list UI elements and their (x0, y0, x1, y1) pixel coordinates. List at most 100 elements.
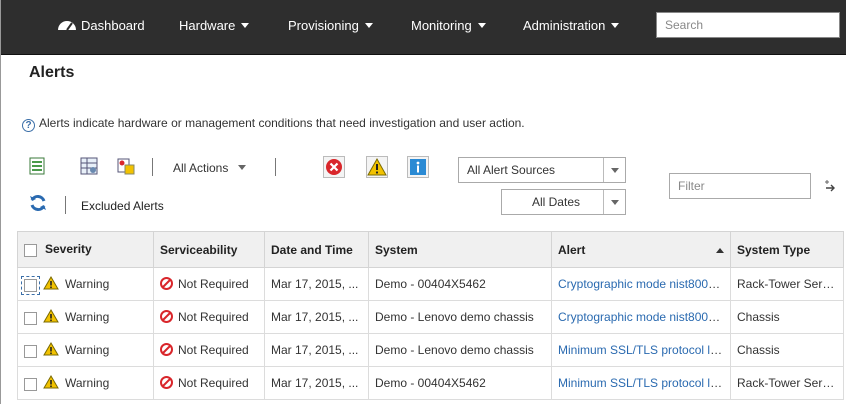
chevron-down-icon (477, 23, 486, 28)
severity-label: Warning (65, 310, 110, 325)
table-row[interactable]: Warning Not Required Mar 17, 2015, ... Demo… (17, 267, 844, 301)
filter-input[interactable]: Filter (669, 173, 811, 199)
nav-hardware[interactable]: Hardware (179, 18, 250, 33)
system-type-label: Rack-Tower Server (737, 277, 840, 291)
sort-ascending-icon (716, 247, 724, 253)
alert-link[interactable]: Cryptographic mode nist800-131a (558, 277, 730, 291)
top-nav: Dashboard Hardware Provisioning Monitori… (1, 0, 846, 55)
date-label: Mar 17, 2015, ... (271, 277, 359, 291)
column-header-serviceability[interactable]: Serviceability (153, 231, 265, 268)
alert-link[interactable]: Minimum SSL/TLS protocol level (558, 376, 730, 390)
serviceability-label: Not Required (178, 343, 249, 357)
column-label: Severity (45, 242, 92, 257)
nav-monitoring-label: Monitoring (411, 18, 472, 33)
cell-serviceability: Not Required (153, 300, 265, 334)
alert-sources-select[interactable]: All Alert Sources (458, 157, 626, 183)
column-label: Serviceability (160, 242, 238, 257)
critical-filter-icon[interactable] (323, 156, 345, 178)
severity-label: Warning (65, 376, 110, 391)
nav-provisioning[interactable]: Provisioning (288, 18, 373, 33)
chevron-down-icon (238, 165, 247, 170)
not-required-icon (160, 376, 173, 389)
cell-alert: Cryptographic mode nist800-131a (551, 300, 731, 334)
cell-alert: Minimum SSL/TLS protocol level (551, 333, 731, 367)
page-title: Alerts (29, 64, 75, 81)
cell-system-type: Chassis (730, 300, 844, 334)
column-header-alert[interactable]: Alert (551, 231, 731, 268)
cell-system: Demo - Lenovo demo chassis (368, 333, 552, 367)
cell-severity: Warning (17, 267, 154, 301)
cell-serviceability: Not Required (153, 366, 265, 400)
date-label: Mar 17, 2015, ... (271, 343, 359, 357)
row-checkbox[interactable] (24, 311, 37, 325)
column-label: Date and Time (271, 242, 353, 257)
table-row[interactable]: Warning Not Required Mar 17, 2015, ... Demo… (17, 366, 844, 400)
export-icon[interactable] (27, 156, 47, 176)
chevron-down-icon (603, 190, 625, 214)
help-icon[interactable]: ? (22, 119, 35, 132)
info-label: Alerts indicate hardware or management c… (39, 116, 525, 130)
system-type-label: Chassis (737, 310, 780, 324)
not-required-icon (160, 277, 173, 290)
all-actions-label: All Actions (173, 161, 229, 175)
table-row[interactable]: Warning Not Required Mar 17, 2015, ... Demo… (17, 333, 844, 367)
search-input[interactable]: Search (656, 12, 840, 38)
cell-system: Demo - Lenovo demo chassis (368, 300, 552, 334)
nav-administration[interactable]: Administration (523, 18, 620, 33)
chevron-down-icon (241, 23, 250, 28)
system-label: Demo - Lenovo demo chassis (375, 310, 534, 324)
cell-severity: Warning (17, 366, 154, 400)
nav-monitoring[interactable]: Monitoring (411, 18, 486, 33)
cell-system: Demo - 00404X5462 (368, 366, 552, 400)
alert-link[interactable]: Cryptographic mode nist800-131a (558, 310, 730, 324)
not-required-icon (160, 343, 173, 356)
row-checkbox[interactable] (24, 344, 37, 358)
all-actions-dropdown[interactable]: All Actions (173, 161, 247, 175)
column-header-severity[interactable]: Severity (17, 231, 154, 268)
nav-dashboard-label: Dashboard (81, 18, 145, 33)
nav-administration-label: Administration (523, 18, 606, 33)
serviceability-label: Not Required (178, 310, 249, 324)
cell-system-type: Chassis (730, 333, 844, 367)
alert-link[interactable]: Minimum SSL/TLS protocol level (558, 343, 730, 357)
dates-value: All Dates (531, 195, 580, 209)
info-filter-icon[interactable] (407, 156, 429, 178)
not-required-icon (160, 310, 173, 323)
column-header-system-type[interactable]: System Type (730, 231, 844, 268)
row-checkbox[interactable] (21, 275, 40, 295)
select-all-checkbox[interactable] (24, 243, 37, 257)
severity-label: Warning (65, 343, 110, 358)
cell-system: Demo - 00404X5462 (368, 267, 552, 301)
warning-filter-icon[interactable] (366, 156, 388, 178)
cell-date: Mar 17, 2015, ... (264, 366, 369, 400)
alerts-table: Severity Serviceability Date and Time Sy… (17, 231, 844, 400)
alert-sources-value: All Alert Sources (467, 163, 556, 177)
cell-alert: Cryptographic mode nist800-131a (551, 267, 731, 301)
nav-dashboard[interactable]: Dashboard (57, 18, 145, 33)
info-text: ? Alerts indicate hardware or management … (22, 116, 525, 132)
cell-alert: Minimum SSL/TLS protocol level (551, 366, 731, 400)
severity-label: Warning (65, 277, 110, 292)
toolbar-divider (152, 158, 153, 176)
warning-icon (43, 309, 59, 323)
column-header-date[interactable]: Date and Time (264, 231, 369, 268)
cell-date: Mar 17, 2015, ... (264, 267, 369, 301)
row-checkbox[interactable] (24, 377, 37, 391)
nav-hardware-label: Hardware (179, 18, 236, 33)
serviceability-label: Not Required (178, 277, 249, 291)
cell-system-type: Rack-Tower Server (730, 366, 844, 400)
toolbar-divider (65, 196, 66, 214)
dates-select[interactable]: All Dates (501, 189, 626, 215)
column-header-system[interactable]: System (368, 231, 552, 268)
filter-apply-icon[interactable] (823, 178, 837, 192)
table-settings-icon[interactable] (79, 156, 99, 176)
excluded-alerts-button[interactable]: Excluded Alerts (81, 199, 164, 213)
cell-serviceability: Not Required (153, 267, 265, 301)
cell-date: Mar 17, 2015, ... (264, 300, 369, 334)
table-row[interactable]: Warning Not Required Mar 17, 2015, ... Demo… (17, 300, 844, 334)
system-label: Demo - 00404X5462 (375, 376, 486, 390)
refresh-icon[interactable] (28, 193, 48, 213)
nav-provisioning-label: Provisioning (288, 18, 359, 33)
alert-settings-icon[interactable] (116, 156, 136, 176)
warning-icon (43, 342, 59, 356)
